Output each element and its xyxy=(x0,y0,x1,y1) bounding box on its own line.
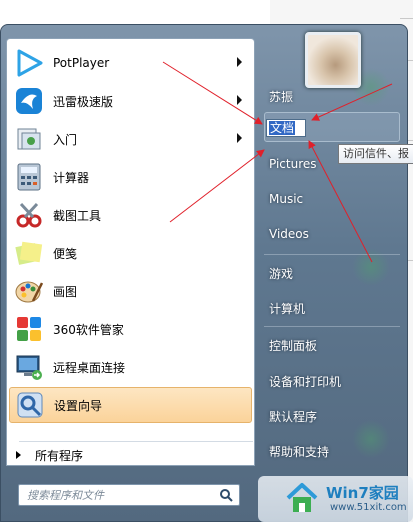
separator xyxy=(264,254,400,255)
potplayer-icon xyxy=(13,47,45,79)
program-label: 360软件管家 xyxy=(53,322,124,337)
rename-field[interactable]: 文档 xyxy=(266,119,306,137)
paint-icon xyxy=(13,275,45,307)
program-label: 迅雷极速版 xyxy=(53,94,114,109)
program-getting-started[interactable]: 入门 xyxy=(9,121,252,157)
calculator-icon xyxy=(13,161,45,193)
sticky-notes-icon xyxy=(13,237,45,269)
program-label: 截图工具 xyxy=(53,208,102,223)
rename-selected-text: 文档 xyxy=(269,121,296,135)
program-calculator[interactable]: 计算器 xyxy=(9,159,252,195)
360-manager-icon xyxy=(13,313,45,345)
remote-desktop-icon xyxy=(13,351,45,383)
house-logo-icon xyxy=(286,483,318,512)
expand-arrow-icon xyxy=(16,451,21,459)
snipping-tool-icon xyxy=(13,199,45,231)
search-icon[interactable] xyxy=(219,488,233,505)
program-setup-wizard[interactable]: 设置向导 xyxy=(9,387,252,423)
program-list-pane: PotPlayer 迅雷极速版 入门 计算器 截图工具 便笺 画图 360软件管… xyxy=(6,38,255,466)
search-placeholder: 搜索程序和文件 xyxy=(27,489,104,502)
program-label: 画图 xyxy=(53,284,78,299)
program-potplayer[interactable]: PotPlayer xyxy=(9,45,252,81)
program-remote-desktop[interactable]: 远程桌面连接 xyxy=(9,349,252,385)
program-snipping-tool[interactable]: 截图工具 xyxy=(9,197,252,233)
search-input[interactable]: 搜索程序和文件 xyxy=(18,484,240,506)
submenu-arrow-icon[interactable] xyxy=(237,133,242,143)
separator xyxy=(19,441,253,442)
watermark-title: Win7家园 xyxy=(326,484,399,502)
program-paint[interactable]: 画图 xyxy=(9,273,252,309)
watermark-url: www.51xit.com xyxy=(330,502,407,513)
submenu-arrow-icon[interactable] xyxy=(237,57,242,67)
music-link[interactable]: Music xyxy=(269,192,303,206)
submenu-arrow-icon[interactable] xyxy=(237,95,242,105)
separator xyxy=(264,326,400,327)
program-label: 远程桌面连接 xyxy=(53,360,126,375)
computer-link[interactable]: 计算机 xyxy=(269,300,305,317)
devices-printers-link[interactable]: 设备和打印机 xyxy=(269,373,341,390)
getting-started-icon xyxy=(13,123,45,155)
program-label: 设置向导 xyxy=(54,398,103,413)
pictures-link[interactable]: Pictures xyxy=(269,157,317,171)
all-programs-button[interactable]: 所有程序 xyxy=(10,444,240,466)
program-label: PotPlayer xyxy=(53,56,110,70)
videos-link[interactable]: Videos xyxy=(269,227,309,241)
games-link[interactable]: 游戏 xyxy=(269,265,293,282)
program-label: 入门 xyxy=(53,132,78,147)
setup-wizard-icon xyxy=(14,389,46,421)
program-sticky-notes[interactable]: 便笺 xyxy=(9,235,252,271)
help-support-link[interactable]: 帮助和支持 xyxy=(269,443,329,460)
program-label: 计算器 xyxy=(53,170,90,185)
user-avatar[interactable] xyxy=(305,32,361,88)
program-360-manager[interactable]: 360软件管家 xyxy=(9,311,252,347)
program-label: 便笺 xyxy=(53,246,78,261)
all-programs-label: 所有程序 xyxy=(35,448,84,463)
control-panel-link[interactable]: 控制面板 xyxy=(269,337,317,354)
program-xunlei[interactable]: 迅雷极速版 xyxy=(9,83,252,119)
user-folder-link[interactable]: 苏振 xyxy=(269,88,293,105)
default-programs-link[interactable]: 默认程序 xyxy=(269,408,317,425)
documents-tooltip: 访问信件、报 xyxy=(338,144,413,164)
start-menu: PotPlayer 迅雷极速版 入门 计算器 截图工具 便笺 画图 360软件管… xyxy=(0,24,413,522)
xunlei-icon xyxy=(13,85,45,117)
